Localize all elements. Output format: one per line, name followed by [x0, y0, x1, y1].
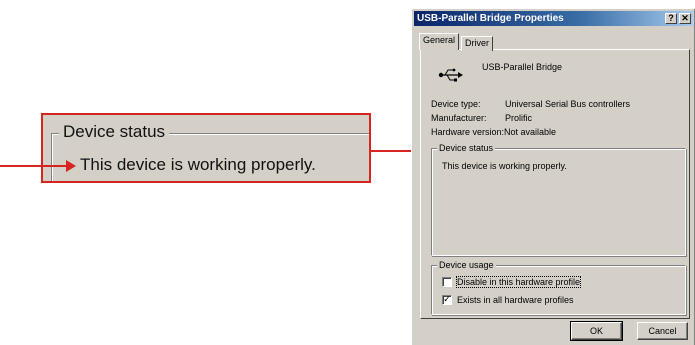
device-type-label: Device type: [431, 99, 481, 109]
window-title: USB-Parallel Bridge Properties [417, 13, 564, 24]
cancel-button[interactable]: Cancel [637, 322, 688, 340]
manufacturer-label: Manufacturer: [431, 113, 487, 123]
tab-general[interactable]: General [419, 33, 460, 50]
device-usage-legend: Device usage [437, 259, 496, 271]
zoom-callout: Device status This device is working pro… [41, 113, 371, 183]
stage: Device status This device is working pro… [0, 0, 695, 345]
usb-icon [438, 68, 463, 82]
general-tab-panel: USB-Parallel Bridge Device type: Univers… [420, 49, 690, 319]
tab-driver[interactable]: Driver [461, 36, 493, 51]
exists-all-profiles-option[interactable]: ✓ Exists in all hardware profiles [442, 294, 574, 306]
close-button[interactable]: ✕ [679, 13, 691, 24]
disable-profile-label[interactable]: Disable in this hardware profile [455, 276, 582, 288]
zoom-device-status-text: This device is working properly. [80, 155, 316, 174]
title-bar[interactable]: USB-Parallel Bridge Properties ? ✕ [414, 11, 693, 26]
device-usage-group: Device usage Disable in this hardware pr… [431, 259, 686, 315]
properties-dialog: USB-Parallel Bridge Properties ? ✕ Gener… [411, 8, 695, 345]
disable-profile-checkbox[interactable] [442, 277, 452, 287]
device-status-group: Device status This device is working pro… [431, 142, 686, 256]
ok-button[interactable]: OK [570, 321, 623, 341]
hardware-version-value: Not available [504, 127, 557, 137]
zoom-device-status-legend: Device status [59, 122, 170, 142]
device-name: USB-Parallel Bridge [482, 62, 563, 72]
disable-profile-option[interactable]: Disable in this hardware profile [442, 276, 582, 288]
device-type-value: Universal Serial Bus controllers [505, 99, 631, 109]
device-status-text: This device is working properly. [442, 161, 567, 171]
help-button[interactable]: ? [665, 13, 677, 24]
exists-all-profiles-checkbox[interactable]: ✓ [442, 295, 452, 305]
manufacturer-value: Prolific [505, 113, 533, 123]
exists-all-profiles-label[interactable]: Exists in all hardware profiles [457, 295, 574, 305]
device-status-legend: Device status [437, 142, 496, 154]
hardware-version-label: Hardware version: [431, 127, 505, 137]
